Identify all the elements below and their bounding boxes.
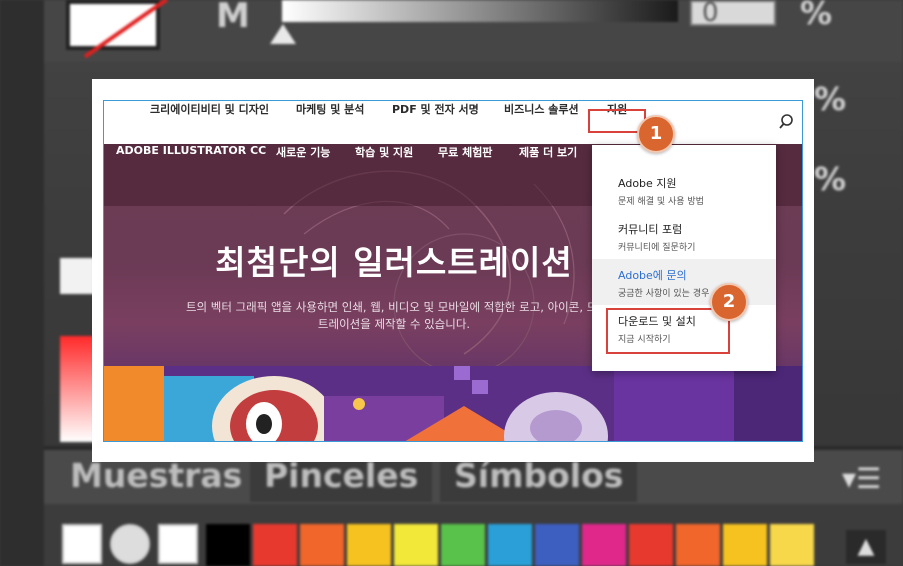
nav-marketing-analytics[interactable]: 마케팅 및 분석 [296,101,364,144]
screenshot-card: 크리에이티비티 및 디자인 마케팅 및 분석 PDF 및 전자 서명 비즈니스 … [92,79,814,462]
bg-none-swatch [66,0,160,50]
bg-value-box: 0 [690,0,776,26]
bg-scroll-up-icon: ▲ [846,530,886,564]
hero-illustration [104,366,802,441]
bg-color-swatch [676,524,720,566]
highlight-download-install [606,308,730,354]
dropdown-adobe-support-desc: 문제 해결 및 사용 방법 [618,197,704,207]
bg-slider-thumb [270,24,296,44]
dropdown-contact-adobe-desc: 궁금한 사항이 있는 경우 [618,289,710,299]
bg-color-swatch [582,524,626,566]
dropdown-community-forum-label: 커뮤니티 포럼 [618,223,683,236]
step-badge-2: 2 [710,283,748,321]
subnav-free-trial[interactable]: 무료 체험판 [438,144,492,206]
bg-color-swatch [535,524,579,566]
bg-percent-2: % [814,80,847,118]
bg-left-column [0,0,44,566]
bg-panel-menu-icon: ▾☰ [842,462,882,495]
bg-color-swatch [347,524,391,566]
bg-color-swatch [723,524,767,566]
bg-color-swatch [629,524,673,566]
bg-registration-icon [110,524,150,564]
bg-color-slider [282,0,678,22]
bg-color-swatch [253,524,297,566]
bg-left-gradient-swatch [60,336,94,442]
subnav-illustrator-cc[interactable]: ADOBE ILLUSTRATOR CC [116,144,266,206]
nav-creativity-design[interactable]: 크리에이티비티 및 디자인 [150,101,269,144]
dropdown-adobe-support-label: Adobe 지원 [618,177,677,190]
subnav-learn-support[interactable]: 학습 및 지원 [355,144,413,206]
step-badge-1: 1 [637,115,675,153]
bg-color-swatch [770,524,814,566]
bg-percent-3: % [814,160,847,198]
subnav-more-products[interactable]: 제품 더 보기 [519,144,577,206]
bg-color-swatch [488,524,532,566]
bg-left-white-swatch [60,258,94,294]
bg-percent-1: % [800,0,833,32]
dropdown-contact-adobe-label: Adobe에 문의 [618,269,687,282]
bg-white-swatch-icon [158,524,198,564]
bg-color-swatch [394,524,438,566]
search-icon[interactable] [779,113,797,131]
browser-frame: 크리에이티비티 및 디자인 마케팅 및 분석 PDF 및 전자 서명 비즈니스 … [103,100,803,442]
nav-pdf-esign[interactable]: PDF 및 전자 서명 [392,101,479,144]
subnav-whats-new[interactable]: 새로운 기능 [276,144,330,206]
dropdown-adobe-support[interactable]: Adobe 지원 문제 해결 및 사용 방법 [592,167,776,213]
global-nav: 크리에이티비티 및 디자인 마케팅 및 분석 PDF 및 전자 서명 비즈니스 … [104,101,802,144]
bg-none-swatch-icon [62,524,102,564]
dropdown-contact-adobe[interactable]: Adobe에 문의 궁금한 사항이 있는 경우 [592,259,776,305]
nav-business-solutions[interactable]: 비즈니스 솔루션 [504,101,579,144]
dropdown-community-forum[interactable]: 커뮤니티 포럼 커뮤니티에 질문하기 [592,213,776,259]
bg-color-swatch [441,524,485,566]
bg-color-swatch [300,524,344,566]
bg-color-swatch [206,524,250,566]
dropdown-community-forum-desc: 커뮤니티에 질문하기 [618,243,696,253]
bg-slider-letter: M [216,0,250,36]
